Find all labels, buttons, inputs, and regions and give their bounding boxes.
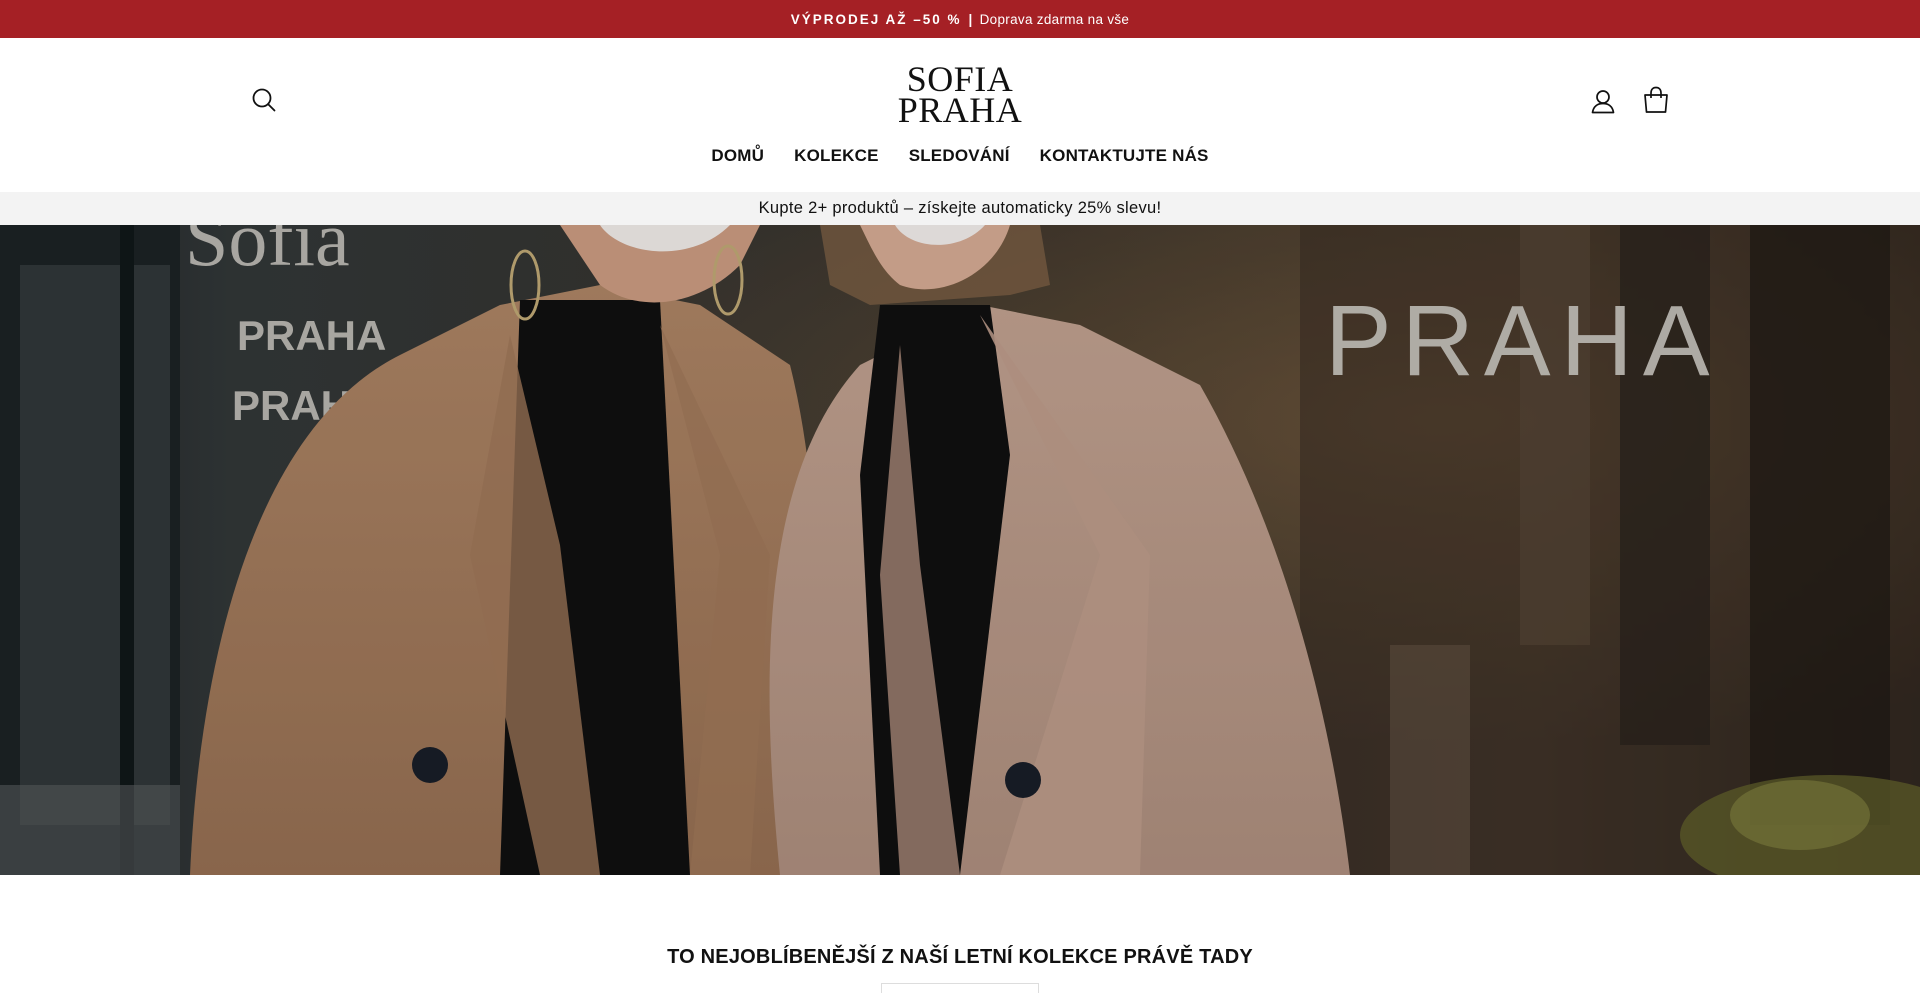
logo-line-2: PRAHA bbox=[897, 90, 1023, 130]
search-icon bbox=[252, 88, 276, 112]
hero-banner[interactable]: Sofia PRAHA PRAHA PRAHA bbox=[0, 225, 1920, 875]
promo-text: Kupte 2+ produktů – získejte automaticky… bbox=[758, 199, 1162, 217]
search-button[interactable] bbox=[250, 86, 278, 114]
nav-item-tracking[interactable]: SLEDOVÁNÍ bbox=[894, 146, 1025, 166]
announcement-shipping-text: Doprava zdarma na vše bbox=[979, 11, 1130, 27]
account-button[interactable] bbox=[1589, 87, 1617, 115]
hero-image: Sofia PRAHA PRAHA PRAHA bbox=[0, 225, 1920, 875]
nav-item-home[interactable]: DOMŮ bbox=[696, 146, 779, 166]
section-card-top bbox=[881, 983, 1039, 993]
site-header: SOFIA PRAHA DOMŮ KOLEKCE SLEDOVÁNÍ KONTA… bbox=[0, 38, 1920, 192]
section-title: TO NEJOBLÍBENĚJŠÍ Z NAŠÍ LETNÍ KOLEKCE P… bbox=[667, 946, 1253, 968]
shopping-bag-icon bbox=[1644, 86, 1668, 113]
site-logo[interactable]: SOFIA PRAHA bbox=[860, 61, 1060, 130]
cart-button[interactable] bbox=[1641, 85, 1671, 115]
user-icon bbox=[1591, 90, 1615, 114]
promo-bar: Kupte 2+ produktů – získejte automaticky… bbox=[0, 192, 1920, 225]
nav-item-collections[interactable]: KOLEKCE bbox=[779, 146, 894, 166]
announcement-separator: | bbox=[968, 11, 973, 27]
main-navigation: DOMŮ KOLEKCE SLEDOVÁNÍ KONTAKTUJTE NÁS bbox=[0, 146, 1920, 166]
announcement-sale-text: VÝPRODEJ AŽ –50 % bbox=[790, 11, 962, 27]
announcement-bar: VÝPRODEJ AŽ –50 % | Doprava zdarma na vš… bbox=[0, 0, 1920, 38]
nav-item-contact[interactable]: KONTAKTUJTE NÁS bbox=[1025, 146, 1224, 166]
